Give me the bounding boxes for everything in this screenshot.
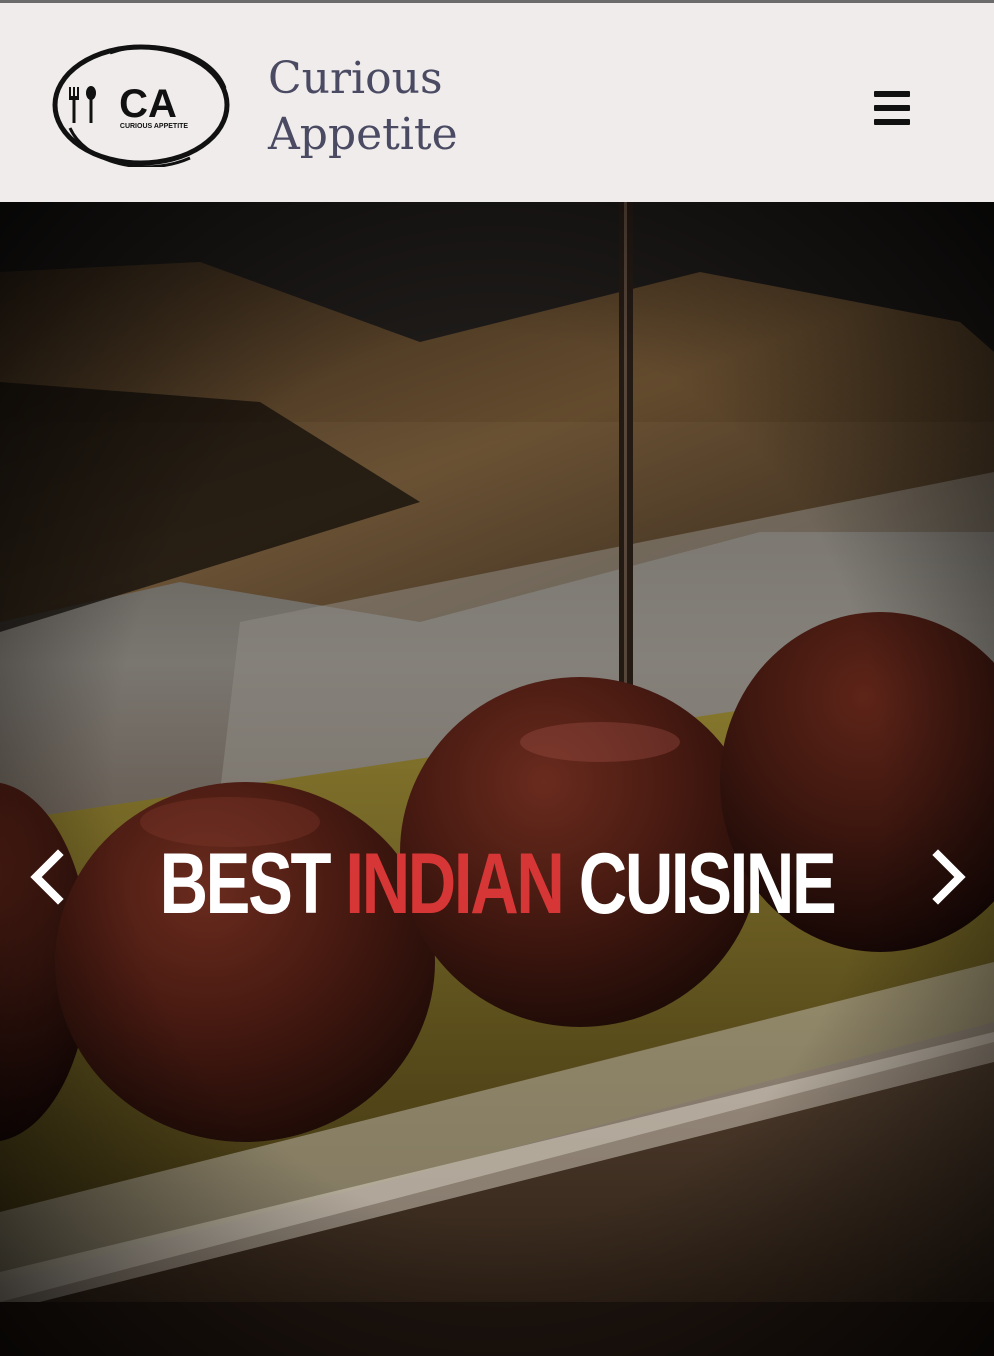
brand-name-line1: Curious: [268, 53, 443, 104]
logo-tagline: CURIOUS APPETITE: [120, 123, 189, 130]
hamburger-bar: [874, 119, 910, 125]
hamburger-menu-icon[interactable]: [868, 87, 916, 129]
fork-spoon-icon: [69, 86, 96, 123]
hero-title: BEST INDIAN CUISINE: [109, 834, 884, 934]
slider-prev-button[interactable]: [24, 847, 74, 907]
logo-monogram: CA: [119, 82, 177, 126]
brand-name[interactable]: Curious Appetite: [268, 51, 458, 163]
logo-graphic: CA CURIOUS APPETITE: [52, 44, 230, 169]
chevron-left-icon: [30, 849, 64, 905]
site-logo[interactable]: CA CURIOUS APPETITE: [50, 43, 232, 169]
site-header: CA CURIOUS APPETITE Curious Appetite: [0, 0, 994, 202]
hero-title-part1: BEST: [159, 836, 346, 932]
brand-name-line2: Appetite: [268, 109, 458, 160]
hamburger-bar: [874, 91, 910, 97]
slider-next-button[interactable]: [922, 847, 972, 907]
chevron-right-icon: [932, 849, 966, 905]
hero-background-image: [0, 202, 994, 1356]
hero-title-highlight: INDIAN: [345, 836, 564, 932]
hero-title-part2: CUISINE: [562, 836, 837, 932]
page: CA CURIOUS APPETITE Curious Appetite BES…: [0, 0, 994, 1356]
hamburger-bar: [874, 105, 910, 111]
hero-slider: BEST INDIAN CUISINE: [0, 202, 994, 1356]
